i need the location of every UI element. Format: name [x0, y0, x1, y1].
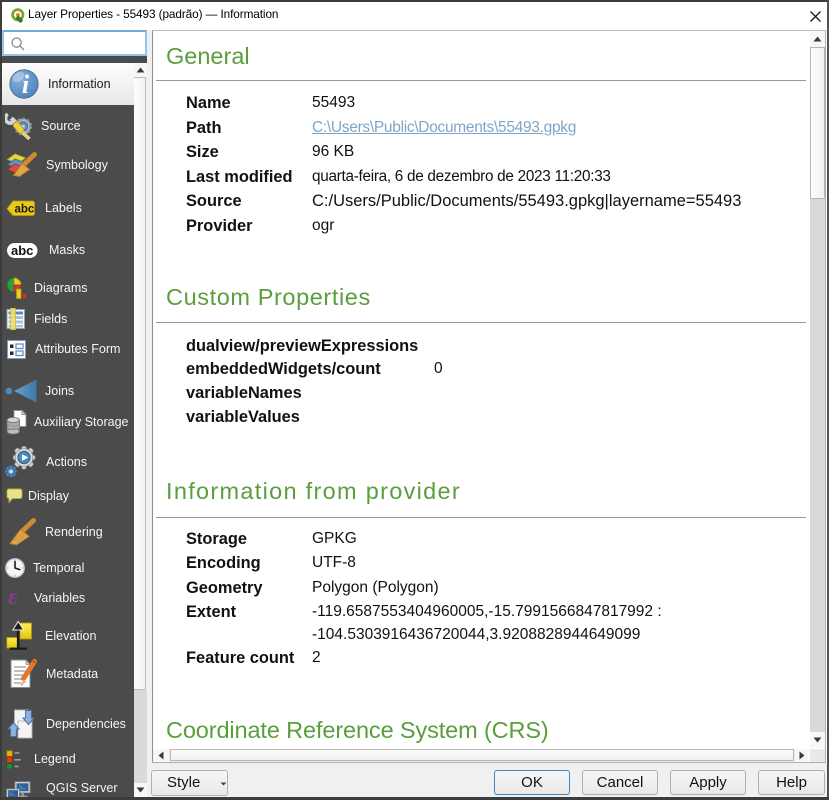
svg-text:abc: abc	[11, 243, 33, 258]
svg-text:i: i	[22, 70, 30, 99]
svg-text:abc: abc	[15, 204, 35, 216]
svg-text:ε: ε	[8, 587, 18, 607]
